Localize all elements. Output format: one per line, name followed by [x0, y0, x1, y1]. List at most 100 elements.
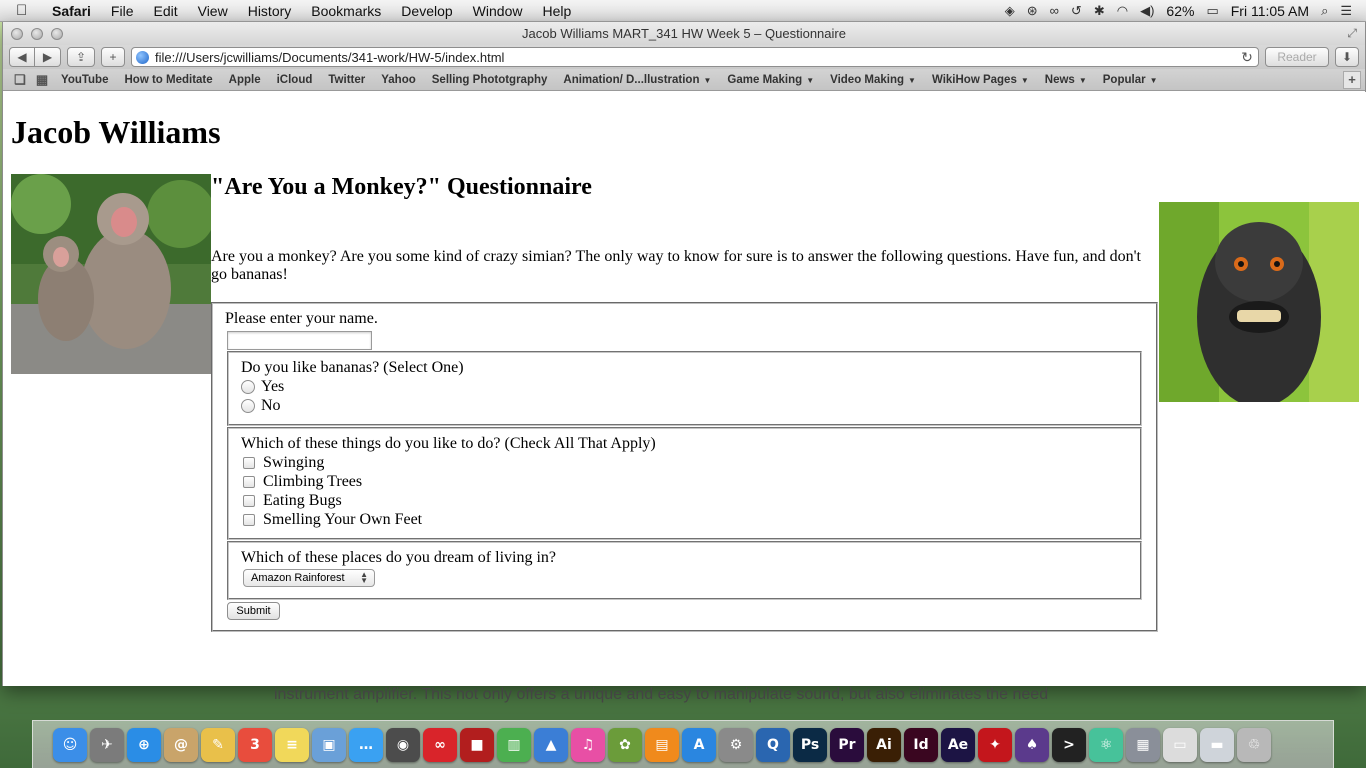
spotlight-search-icon[interactable]: ⌕ [1321, 3, 1328, 19]
folder-icon[interactable]: ▦ [1126, 727, 1160, 762]
bookmark-video-making[interactable]: Video Making ▼ [822, 74, 924, 86]
bluetooth-icon[interactable]: ✱ [1094, 3, 1105, 19]
address-bar[interactable]: file:///Users/jcwilliams/Documents/341-w… [131, 47, 1259, 67]
bookmark-wikihow-pages[interactable]: WikiHow Pages ▼ [924, 74, 1037, 86]
forward-button[interactable]: ▶ [35, 47, 61, 67]
after-effects-icon[interactable]: Ae [941, 727, 975, 762]
facetime-icon[interactable]: ◉ [386, 727, 420, 762]
zoom-window-button[interactable] [51, 27, 63, 40]
eating-bugs-checkbox[interactable] [243, 495, 255, 507]
share-button[interactable]: ⇪ [67, 47, 95, 67]
new-tab-button[interactable]: + [101, 47, 125, 67]
preview-icon[interactable]: ▣ [312, 727, 346, 762]
menu-view[interactable]: View [188, 3, 238, 19]
reading-list-icon[interactable]: ❑ [9, 72, 31, 88]
bookmark-news[interactable]: News ▼ [1037, 74, 1095, 86]
indesign-icon[interactable]: Id [904, 727, 938, 762]
bookmark-selling-phototgraphy[interactable]: Selling Phototgraphy [424, 74, 556, 86]
itunes-icon[interactable]: ♫ [571, 727, 605, 762]
bookmark-icloud[interactable]: iCloud [269, 74, 321, 86]
trash-icon[interactable]: ♲ [1237, 727, 1271, 762]
atom-icon[interactable]: ⚛ [1089, 727, 1123, 762]
system-preferences-icon[interactable]: ⚙ [719, 727, 753, 762]
submit-button[interactable]: Submit [227, 602, 280, 620]
launchpad-icon[interactable]: ✈ [90, 727, 124, 762]
ibooks-icon[interactable]: ▤ [645, 727, 679, 762]
terminal-icon[interactable]: > [1052, 727, 1086, 762]
menu-edit[interactable]: Edit [143, 3, 187, 19]
messages-icon[interactable]: … [349, 727, 383, 762]
battery-icon[interactable]: ▭ [1206, 3, 1218, 19]
menu-develop[interactable]: Develop [391, 3, 462, 19]
wifi-icon[interactable]: ◠ [1117, 3, 1128, 19]
iphoto-icon[interactable]: ✿ [608, 727, 642, 762]
contacts-icon[interactable]: @ [164, 727, 198, 762]
menu-history[interactable]: History [238, 3, 302, 19]
app-store-icon[interactable]: A [682, 727, 716, 762]
menu-help[interactable]: Help [532, 3, 581, 19]
url-text[interactable]: file:///Users/jcwilliams/Documents/341-w… [155, 50, 1236, 65]
fullscreen-icon[interactable]: ⤢ [1347, 26, 1357, 41]
calendar-icon[interactable]: 3 [238, 727, 272, 762]
status-app-icon[interactable]: ⊛ [1027, 3, 1038, 19]
menu-app-safari[interactable]: Safari [38, 3, 101, 19]
volume-icon[interactable]: ◀) [1140, 3, 1154, 19]
premiere-icon[interactable]: Pr [830, 727, 864, 762]
radio-option-no[interactable]: No [241, 397, 281, 415]
bookmark-yahoo[interactable]: Yahoo [373, 74, 424, 86]
textedit-icon[interactable]: ✎ [201, 727, 235, 762]
bookmark-twitter[interactable]: Twitter [320, 74, 373, 86]
numbers-icon[interactable]: ▥ [497, 727, 531, 762]
safari-icon[interactable]: ⊕ [127, 727, 161, 762]
clock[interactable]: Fri 11:05 AM [1231, 3, 1309, 19]
bookmark-animation-d-llustration[interactable]: Animation/ D...llustration ▼ [555, 74, 719, 86]
creative-cloud-status-icon[interactable]: ∞ [1050, 3, 1059, 18]
bookmark-youtube[interactable]: YouTube [53, 74, 116, 86]
documents-icon[interactable]: ▭ [1163, 727, 1197, 762]
radio-option-yes[interactable]: Yes [241, 378, 284, 396]
creative-cloud-icon[interactable]: ∞ [423, 727, 457, 762]
reader-button[interactable]: Reader [1265, 47, 1329, 67]
name-input[interactable] [227, 331, 372, 350]
github-icon[interactable]: ♠ [1015, 727, 1049, 762]
checkbox-option-climbing-trees[interactable]: Climbing Trees [241, 473, 362, 491]
apple-menu-icon[interactable]:  [16, 2, 38, 19]
top-sites-icon[interactable]: ▦ [31, 72, 53, 88]
close-window-button[interactable] [11, 27, 23, 40]
time-machine-icon[interactable]: ↺ [1071, 3, 1082, 19]
climbing-trees-checkbox[interactable] [243, 476, 255, 488]
notification-center-icon[interactable]: ☰ [1340, 3, 1352, 19]
photoshop-icon[interactable]: Ps [793, 727, 827, 762]
swinging-checkbox[interactable] [243, 457, 255, 469]
dropbox-icon[interactable]: ◈ [1005, 3, 1015, 19]
no-radio[interactable] [241, 399, 255, 413]
bookmark-how-to-meditate[interactable]: How to Meditate [116, 74, 220, 86]
menu-file[interactable]: File [101, 3, 144, 19]
bookmark-popular[interactable]: Popular ▼ [1095, 74, 1166, 86]
quicktime-icon[interactable]: Q [756, 727, 790, 762]
add-bookmark-icon[interactable]: + [1343, 70, 1361, 89]
downloads-icon[interactable]: ▬ [1200, 727, 1234, 762]
yes-radio[interactable] [241, 380, 255, 394]
checkbox-option-eating-bugs[interactable]: Eating Bugs [241, 492, 342, 510]
checkbox-option-swinging[interactable]: Swinging [241, 454, 324, 472]
menu-bookmarks[interactable]: Bookmarks [301, 3, 391, 19]
checkbox-option-smelling-feet[interactable]: Smelling Your Own Feet [241, 511, 422, 529]
reload-icon[interactable]: ↻ [1236, 49, 1258, 66]
smelling-feet-label: Smelling Your Own Feet [263, 511, 423, 528]
photo-booth-icon[interactable]: ■ [460, 727, 494, 762]
keynote-icon[interactable]: ▲ [534, 727, 568, 762]
back-button[interactable]: ◀ [9, 47, 35, 67]
acrobat-icon[interactable]: ✦ [978, 727, 1012, 762]
smelling-feet-checkbox[interactable] [243, 514, 255, 526]
menu-window[interactable]: Window [463, 3, 533, 19]
finder-icon[interactable]: ☺ [53, 727, 87, 762]
battery-percent[interactable]: 62% [1166, 3, 1194, 19]
downloads-button[interactable]: ⬇ [1335, 47, 1359, 67]
bookmark-game-making[interactable]: Game Making ▼ [719, 74, 822, 86]
bookmark-apple[interactable]: Apple [221, 74, 269, 86]
notes-icon[interactable]: ≡ [275, 727, 309, 762]
illustrator-icon[interactable]: Ai [867, 727, 901, 762]
minimize-window-button[interactable] [31, 27, 43, 40]
place-select[interactable]: Amazon Rainforest ▲ ▼ [243, 569, 375, 587]
